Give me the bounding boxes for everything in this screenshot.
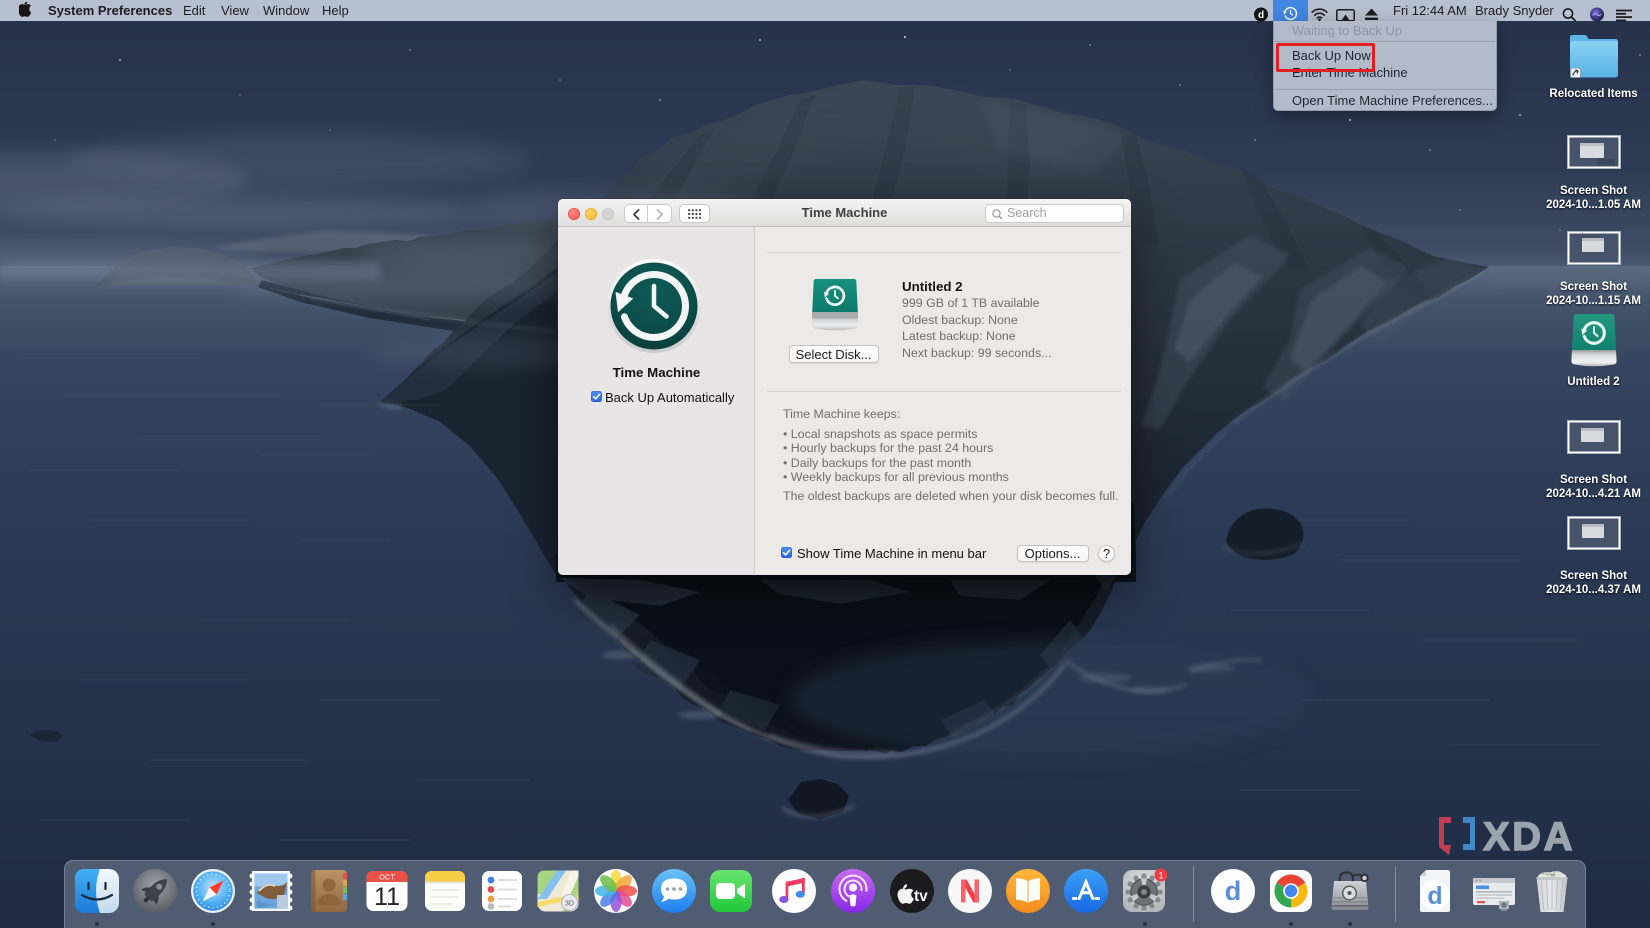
svg-text:OCT: OCT <box>379 873 395 882</box>
svg-text:11: 11 <box>374 883 400 911</box>
svg-text:XDA: XDA <box>1483 815 1575 859</box>
svg-text:1: 1 <box>1158 870 1163 880</box>
svg-text:tv: tv <box>914 888 928 905</box>
svg-text:d: d <box>1258 10 1264 21</box>
svg-text:d: d <box>1224 876 1241 906</box>
svg-text:d: d <box>1427 882 1442 910</box>
svg-text:3D: 3D <box>565 901 574 908</box>
